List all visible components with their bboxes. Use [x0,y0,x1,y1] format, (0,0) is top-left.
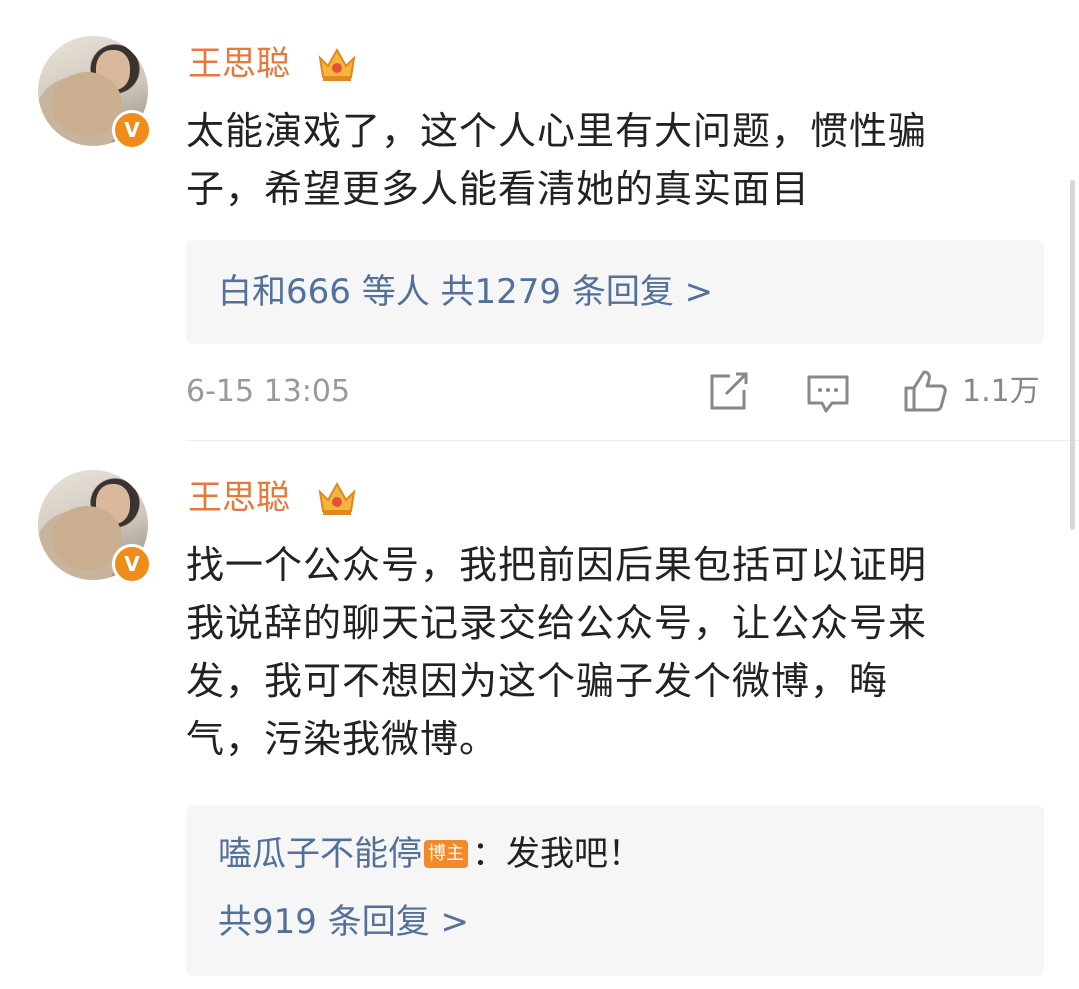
comment-text-line: 我说辞的聊天记录交给公众号，让公众号来 [186,601,928,645]
comment-icon[interactable] [806,374,850,414]
top-reply[interactable]: 嗑瓜子不能停 博主 ：发我吧！ [186,806,1044,876]
verified-badge-icon: V [112,544,152,584]
crown-icon [318,47,356,81]
replies-total-link[interactable]: 共919 条回复 > [186,876,1044,944]
reply-author[interactable]: 嗑瓜子不能停 [218,834,422,874]
username[interactable]: 王思聪 [188,476,290,520]
comment-timestamp: 6-15 13:05 [186,374,351,409]
crown-icon [318,481,356,515]
replies-preview[interactable]: 白和666 等人 共1279 条回复 > [186,240,1044,344]
comment-text-line: 发，我可不想因为这个骗子发个微博，晦 [186,659,889,703]
comment-text: 太能演戏了，这个人心里有大问题，惯性骗 子，希望更多人能看清她的真实面目 [186,102,1046,218]
comment-text-line: 气，污染我微博。 [186,717,499,761]
like-count: 1.1万 [962,374,1040,409]
blogger-badge: 博主 [424,840,468,868]
comment-item: V 王思聪 找一个公众号，我把前因后果包括可以证明 我说辞的聊天记录交给公众号，… [0,440,1079,989]
comment-text-line: 找一个公众号，我把前因后果包括可以证明 [186,543,928,587]
reply-text: ：发我吧！ [472,834,642,874]
username[interactable]: 王思聪 [188,42,290,86]
share-icon[interactable] [708,372,750,412]
comment-text: 找一个公众号，我把前因后果包括可以证明 我说辞的聊天记录交给公众号，让公众号来 … [186,536,1046,768]
replies-preview[interactable]: 嗑瓜子不能停 博主 ：发我吧！ 共919 条回复 > [186,806,1044,976]
comment-text-line: 太能演戏了，这个人心里有大问题，惯性骗 [186,109,928,153]
verified-badge-icon: V [112,110,152,150]
comment-text-line: 子，希望更多人能看清她的真实面目 [186,167,811,211]
like-icon[interactable] [902,368,948,414]
comment-item: V 王思聪 太能演戏了，这个人心里有大问题，惯性骗 子，希望更多人能看清她的真实… [0,0,1079,440]
replies-summary-link[interactable]: 白和666 等人 共1279 条回复 > [186,240,1044,314]
